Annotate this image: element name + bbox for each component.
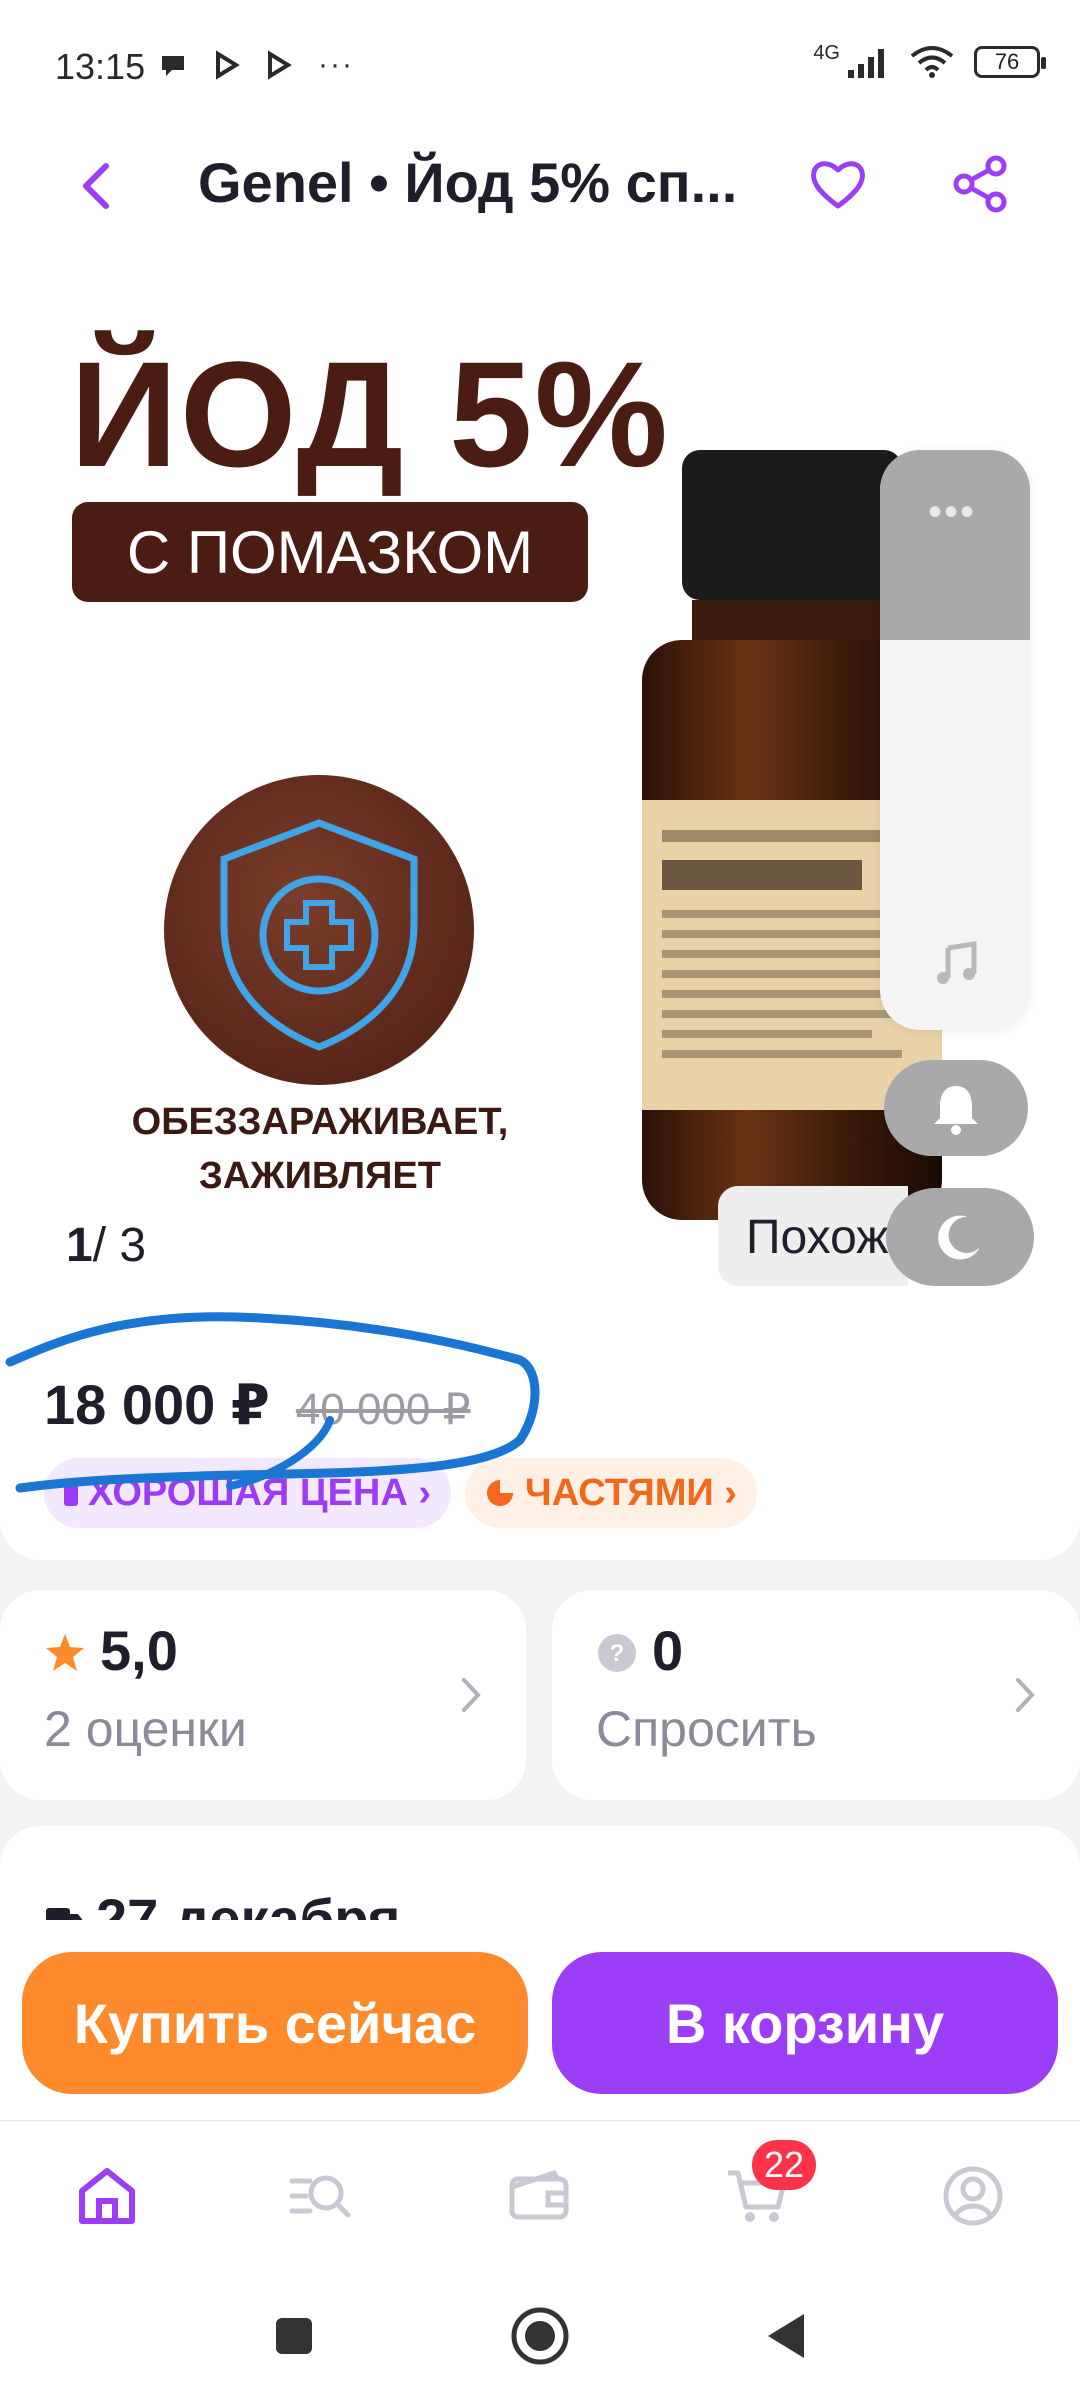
back-arrow-icon[interactable] xyxy=(68,156,128,216)
rating-card[interactable]: 5,0 2 оценки xyxy=(0,1590,526,1800)
ask-question-label: Спросить xyxy=(596,1701,817,1757)
signal-icon xyxy=(848,49,884,78)
volume-slider[interactable]: ••• xyxy=(880,450,1030,1030)
gallery-counter-total: / 3 xyxy=(92,1219,147,1272)
gallery-counter: 1/ 3 xyxy=(66,1218,146,1273)
status-system-icons: 4G 76 xyxy=(813,41,1046,80)
ring-mode-toggle[interactable] xyxy=(884,1060,1028,1156)
status-time: 13:15 xyxy=(55,46,146,87)
questions-card[interactable]: ? 0 Спросить xyxy=(552,1590,1080,1800)
add-to-cart-button[interactable]: В корзину xyxy=(552,1952,1058,2094)
shield-plus-icon xyxy=(220,819,418,1051)
home-icon[interactable] xyxy=(74,2163,140,2229)
installments-chip[interactable]: ЧАСТЯМИ › xyxy=(465,1458,757,1528)
status-bar: 13:15 ··· 4G 76 xyxy=(0,0,1080,130)
recents-icon[interactable] xyxy=(262,2304,326,2368)
bell-icon xyxy=(934,1086,978,1135)
heart-icon[interactable] xyxy=(806,152,870,216)
chat-bubble-icon xyxy=(162,56,184,76)
share-icon[interactable] xyxy=(948,152,1012,216)
cart-count-badge: 22 xyxy=(752,2140,816,2190)
more-dots: ··· xyxy=(318,48,354,81)
page-title: Genel • Йод 5% сп... xyxy=(198,151,738,214)
questions-count: 0 xyxy=(652,1619,684,1682)
play-icon xyxy=(216,50,240,80)
good-price-icon xyxy=(64,1480,78,1506)
pie-icon xyxy=(487,1480,514,1506)
rating-value: 5,0 xyxy=(100,1619,178,1682)
promo-title: ЙОД 5% xyxy=(70,330,670,498)
price-row: 18 000 ₽ 40 000 ₽ xyxy=(44,1372,471,1438)
volume-slider-fill xyxy=(880,450,1030,640)
battery-level: 76 xyxy=(994,49,1020,74)
question-bubble-icon: ? xyxy=(598,1634,636,1672)
promo-caption: ОБЕЗЗАРАЖИВАЕТ, ЗАЖИВЛЯЕТ xyxy=(60,1095,580,1203)
bottom-navigation xyxy=(0,2120,1080,2270)
wallet-icon[interactable] xyxy=(506,2163,572,2229)
old-price: 40 000 ₽ xyxy=(295,1385,471,1434)
good-price-label: ХОРОШАЯ ЦЕНА › xyxy=(88,1471,432,1514)
chevron-right-icon xyxy=(462,1678,481,1712)
chevron-right-icon xyxy=(1016,1678,1035,1712)
back-triangle-icon[interactable] xyxy=(756,2304,820,2368)
music-note-icon xyxy=(937,941,977,984)
buy-now-button[interactable]: Купить сейчас xyxy=(22,1952,528,2094)
promo-caption-line-1: ОБЕЗЗАРАЖИВАЕТ, xyxy=(131,1101,509,1143)
network-type: 4G xyxy=(813,41,840,64)
dnd-toggle[interactable] xyxy=(886,1188,1034,1286)
installments-label: ЧАСТЯМИ › xyxy=(525,1471,737,1514)
system-navigation xyxy=(0,2270,1080,2400)
price-chips: ХОРОШАЯ ЦЕНА › ЧАСТЯМИ › xyxy=(44,1458,757,1528)
rating-count: 2 оценки xyxy=(44,1701,247,1757)
purchase-bar: Купить сейчас В корзину xyxy=(0,1920,1080,2120)
similar-products-chip[interactable]: Похож xyxy=(718,1186,908,1286)
more-dots-icon[interactable]: ••• xyxy=(928,490,976,535)
current-price: 18 000 ₽ xyxy=(44,1373,270,1436)
svg-text:?: ? xyxy=(610,1640,625,1667)
wifi-icon xyxy=(910,46,954,78)
shield-emblem xyxy=(164,775,474,1085)
catalog-search-icon[interactable] xyxy=(288,2163,354,2229)
home-circle-icon[interactable] xyxy=(508,2304,572,2368)
moon-icon xyxy=(938,1215,980,1260)
gallery-counter-current: 1 xyxy=(66,1219,93,1272)
battery-indicator: 76 xyxy=(974,46,1046,78)
profile-icon[interactable] xyxy=(940,2163,1006,2229)
good-price-chip[interactable]: ХОРОШАЯ ЦЕНА › xyxy=(44,1458,452,1528)
promo-badge: С ПОМАЗКОМ xyxy=(72,502,588,602)
play-icon xyxy=(268,50,292,80)
product-header: Genel • Йод 5% сп... xyxy=(0,130,1080,260)
star-icon xyxy=(46,1634,84,1671)
promo-caption-line-2: ЗАЖИВЛЯЕТ xyxy=(199,1155,441,1197)
status-notification-icons: ··· xyxy=(158,48,354,82)
